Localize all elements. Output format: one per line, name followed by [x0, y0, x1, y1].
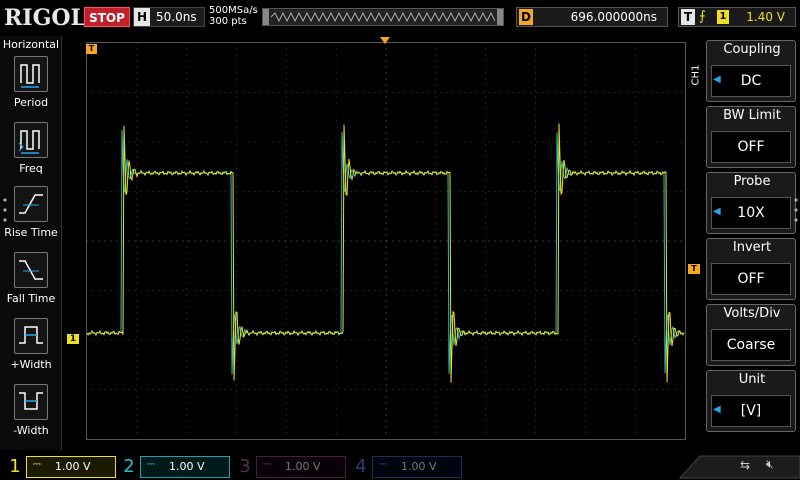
channel-scale-box: ⎓ 1.00 V	[26, 456, 116, 478]
coupling-title: Coupling	[723, 42, 781, 57]
memory-depth: 300 pts	[209, 16, 247, 27]
volts-div-title: Volts/Div	[723, 306, 781, 321]
invert-menu-item[interactable]: Invert OFF	[706, 238, 796, 300]
speaker-muted-icon[interactable]: 🔇︎	[766, 457, 774, 472]
rise-time-icon	[14, 186, 48, 222]
trigger-source: 1	[717, 10, 729, 24]
measure-pos-width-button[interactable]: +Width	[0, 318, 62, 380]
channel-number: 2	[123, 456, 135, 477]
measure-period-label: Period	[13, 96, 49, 109]
menu-channel-tag: CH1	[690, 64, 702, 86]
unit-title: Unit	[738, 372, 766, 387]
channel-scale-box: ⎓ 1.00 V	[140, 456, 230, 478]
channel-scale: 1.00 V	[55, 460, 91, 473]
trigger-position-marker	[380, 37, 390, 44]
measure-neg-width-button[interactable]: -Width	[0, 384, 62, 446]
delay-label: D	[519, 9, 533, 25]
measure-fall-time-button[interactable]: Fall Time	[0, 252, 62, 314]
positive-width-icon	[14, 318, 48, 354]
waveform-canvas	[86, 42, 685, 434]
selector-arrow-icon: ◀	[713, 404, 721, 415]
delay-display[interactable]: D 696.000000ns	[516, 7, 668, 27]
volts-div-value: Coarse	[711, 329, 791, 361]
usb-icon: ⇆	[740, 458, 751, 472]
channel-scale-box: ⎓ 1.00 V	[372, 456, 462, 478]
invert-value: OFF	[711, 263, 791, 295]
trigger-level-value: 1.40 V	[746, 10, 785, 24]
probe-value: 10X	[711, 197, 791, 229]
delay-value: 696.000000ns	[570, 10, 657, 24]
dc-coupling-icon: ⎓	[263, 459, 271, 470]
timebase-value: 50.0ns	[156, 10, 197, 24]
channel-number: 4	[355, 456, 367, 477]
volts-div-menu-item[interactable]: Volts/Div Coarse	[706, 304, 796, 366]
bw-limit-menu-item[interactable]: BW Limit OFF	[706, 106, 796, 168]
horizontal-label: H	[134, 8, 150, 26]
invert-title: Invert	[732, 240, 772, 255]
measure-neg-width-label: -Width	[13, 424, 49, 437]
channel-scale-box: ⎓ 1.00 V	[256, 456, 346, 478]
channel-bar: 1 ⎓ 1.00 V 2 ⎓ 1.00 V 3 ⎓ 1.00 V 4 ⎓ 1.0…	[0, 454, 800, 480]
right-page-indicator	[794, 198, 798, 222]
measure-fall-time-label: Fall Time	[6, 292, 56, 305]
measure-panel: Horizontal Period Freq Rise Time Fall Ti…	[0, 36, 62, 450]
selector-arrow-icon: ◀	[713, 206, 721, 217]
sample-rate: 500MSa/s	[209, 5, 258, 16]
measure-rise-time-button[interactable]: Rise Time	[0, 186, 62, 248]
memory-overview-waveform	[263, 9, 503, 25]
trigger-label: T	[681, 9, 695, 25]
bw-limit-value: OFF	[711, 131, 791, 163]
probe-menu-item[interactable]: Probe 10X ◀	[706, 172, 796, 234]
coupling-value: DC	[711, 65, 791, 97]
negative-width-icon	[14, 384, 48, 420]
ch1-ground-marker[interactable]: 1	[67, 334, 79, 344]
trigger-level-marker[interactable]: T	[688, 264, 700, 274]
channel-number: 3	[239, 456, 251, 477]
dc-coupling-icon: ⎓	[379, 459, 387, 470]
channel-menu: Coupling DC ◀ BW Limit OFF Probe 10X ◀ I…	[702, 40, 800, 440]
unit-value: [V]	[711, 395, 791, 427]
status-bar: RIGOL STOP H 50.0ns 500MSa/s 300 pts D 6…	[0, 0, 800, 36]
coupling-menu-item[interactable]: Coupling DC ◀	[706, 40, 796, 102]
period-icon	[14, 56, 48, 92]
selector-arrow-icon: ◀	[713, 74, 721, 85]
timebase-display[interactable]: H 50.0ns	[133, 7, 205, 27]
bottom-bar-decoration	[678, 455, 800, 479]
channel-scale: 1.00 V	[169, 460, 205, 473]
measure-pos-width-label: +Width	[10, 358, 52, 371]
measure-period-button[interactable]: Period	[0, 56, 62, 118]
bw-limit-title: BW Limit	[723, 108, 781, 123]
trigger-display[interactable]: T ⨍ 1 1.40 V	[678, 7, 796, 27]
measure-category-title: Horizontal	[2, 38, 60, 51]
trigger-time-marker: T	[86, 44, 97, 54]
probe-title: Probe	[733, 174, 771, 189]
unit-menu-item[interactable]: Unit [V] ◀	[706, 370, 796, 432]
left-page-indicator	[3, 198, 7, 222]
memory-overview-strip[interactable]	[262, 8, 504, 26]
waveform-trace	[86, 129, 685, 375]
channel-number: 1	[9, 456, 21, 477]
dc-coupling-icon: ⎓	[147, 459, 155, 470]
channel-scale: 1.00 V	[401, 460, 437, 473]
rising-edge-icon: ⨍	[699, 9, 706, 24]
channel-scale: 1.00 V	[285, 460, 321, 473]
dc-coupling-icon: ⎓	[33, 459, 41, 470]
acquisition-info: 500MSa/s 300 pts	[209, 5, 258, 27]
run-stop-button[interactable]: STOP	[84, 7, 130, 27]
measure-freq-button[interactable]: Freq	[0, 122, 62, 184]
frequency-icon	[14, 122, 48, 158]
brand-logo: RIGOL	[4, 5, 86, 31]
fall-time-icon	[14, 252, 48, 288]
measure-rise-time-label: Rise Time	[4, 226, 58, 239]
waveform-display[interactable]	[86, 42, 686, 440]
measure-freq-label: Freq	[19, 162, 43, 175]
